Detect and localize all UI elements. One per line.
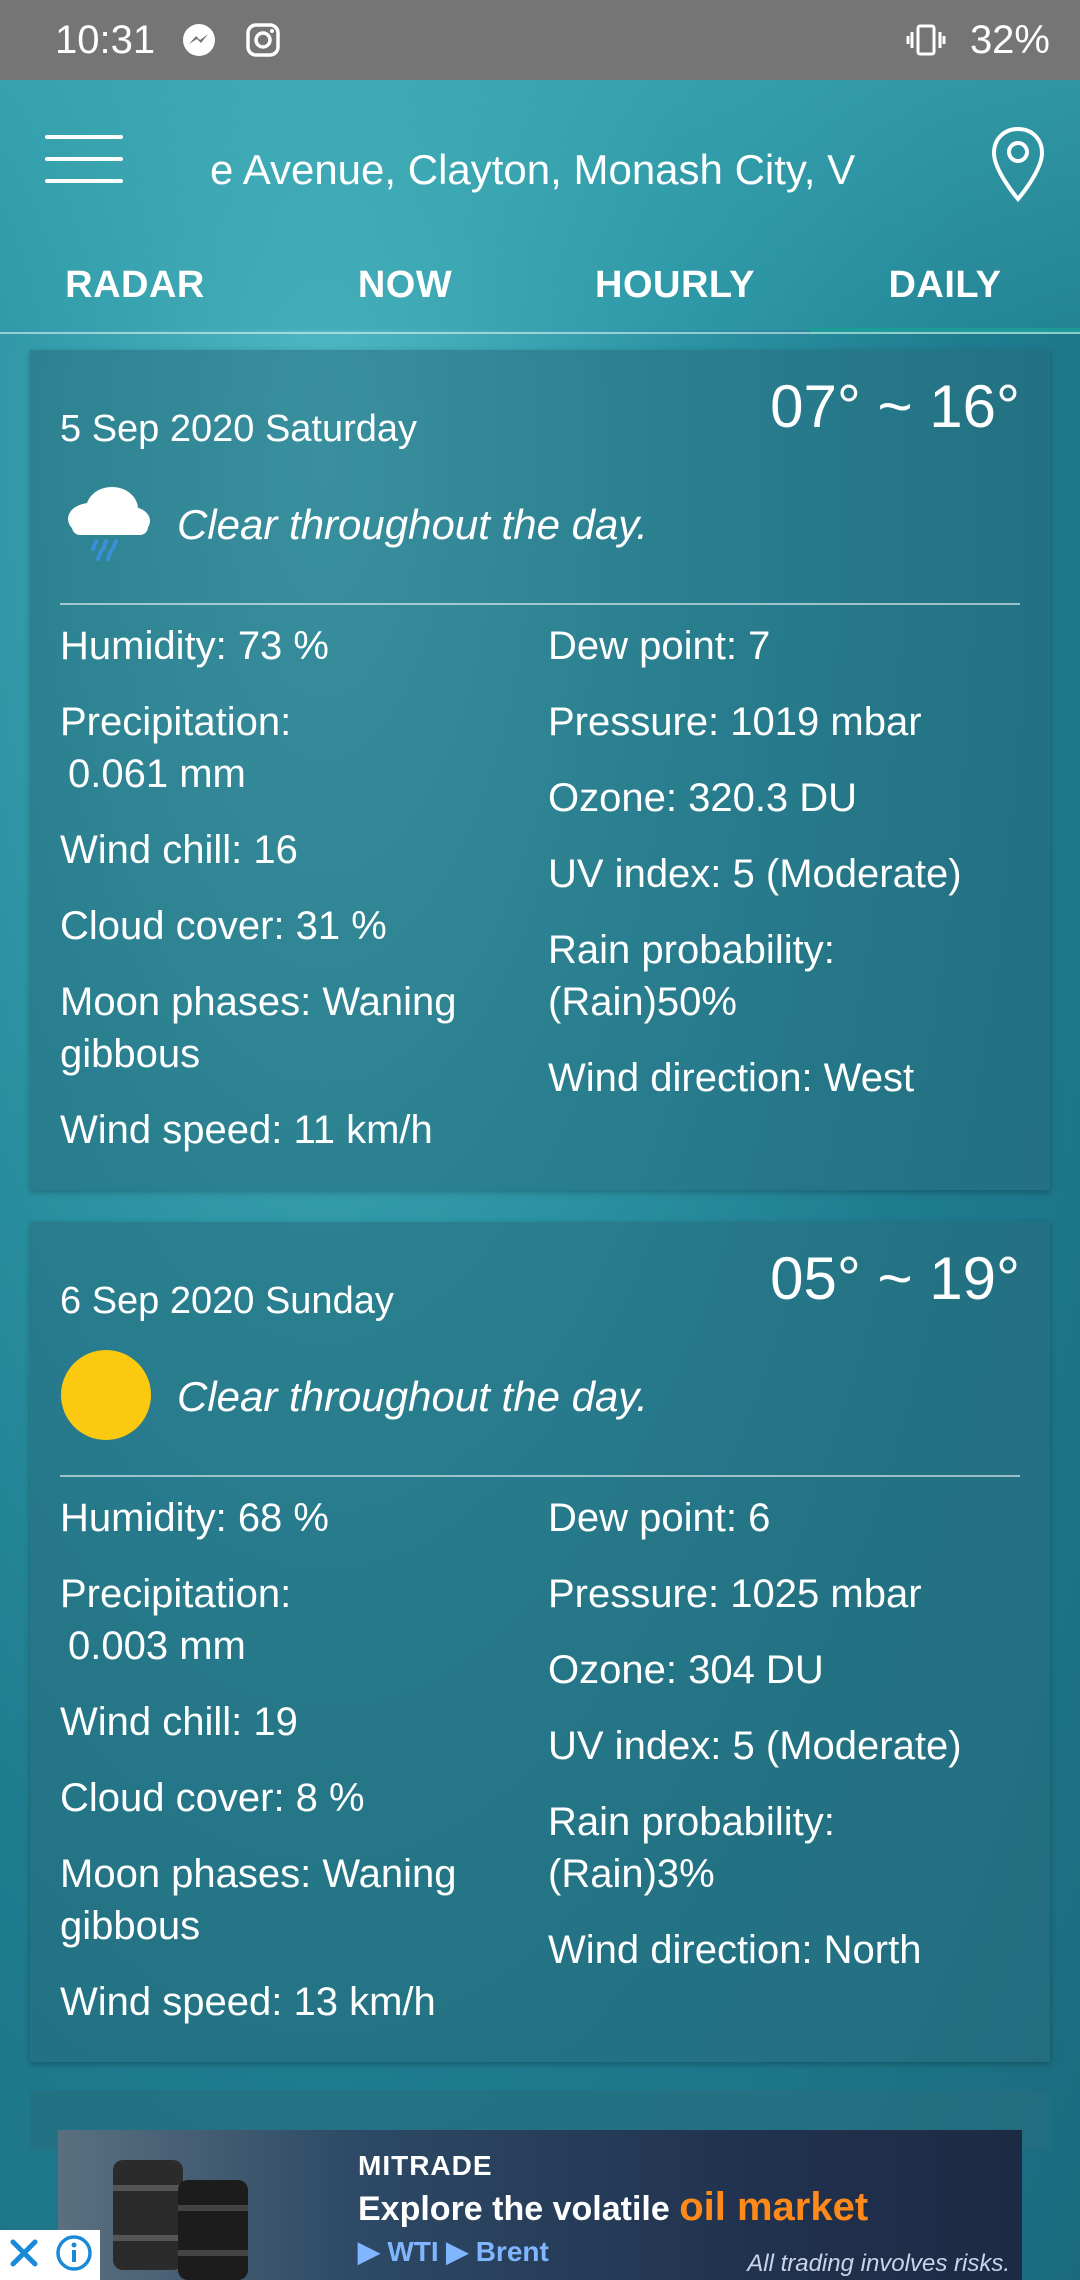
condition-text: Clear throughout the day. [177,1373,648,1420]
ad-disclaimer: All trading involves risks. [747,2250,1010,2277]
precipitation-label: Precipitation: [60,700,292,744]
status-time: 10:31 [55,17,156,62]
tab-hourly[interactable]: HOURLY [540,240,810,330]
oil-barrel-icon [83,2140,283,2280]
condition-row: Clear throughout the day. [60,1349,648,1442]
battery-percent: 32% [969,17,1050,62]
cloud-cover: Cloud cover: 8 % [60,1776,365,1820]
wind-direction: Wind direction: West [548,1056,915,1100]
ozone: Ozone: 304 DU [548,1648,824,1692]
wind-speed: Wind speed: 13 km/h [60,1980,436,2024]
ad-links: ▶ WTI ▶ Brent [358,2236,549,2267]
rain-probability-label: Rain probability: [548,1800,835,1844]
temp-range: 07° ~ 16° [770,373,1020,440]
menu-icon[interactable] [45,135,123,193]
details-left: Humidity: 68 % Precipitation: 0.003 mm W… [60,1492,530,2052]
precipitation-label: Precipitation: [60,1572,292,1616]
status-bar: 10:31 32% [0,0,1080,80]
app-header: e Avenue, Clayton, Monash City, V RADAR … [0,80,1080,334]
rain-probability-value: (Rain)50% [548,980,737,1024]
moon-phase: Moon phases: Waning gibbous [60,980,457,1076]
header-divider [0,332,1080,334]
card-divider [60,1475,1020,1477]
precipitation-value: 0.061 mm [68,752,246,796]
humidity: Humidity: 73 % [60,624,329,668]
precipitation-value: 0.003 mm [68,1624,246,1668]
ad-brand: MITRADE [358,2150,493,2181]
condition-text: Clear throughout the day. [177,501,648,548]
instagram-icon [243,20,283,60]
dew-point: Dew point: 7 [548,624,771,668]
ad-headline-accent: oil market [679,2185,869,2229]
uv-index: UV index: 5 (Moderate) [548,1724,962,1768]
ad-headline-text: Explore the volatile [358,2190,680,2228]
rain-probability: Rain probability: (Rain)3% [548,1796,1028,1900]
close-icon[interactable] [7,2236,41,2275]
location-title[interactable]: e Avenue, Clayton, Monash City, V [210,140,870,200]
wind-direction: Wind direction: North [548,1928,922,1972]
rain-probability-label: Rain probability: [548,928,835,972]
dew-point: Dew point: 6 [548,1496,771,1540]
details-right: Dew point: 6 Pressure: 1025 mbar Ozone: … [548,1492,1028,2000]
pressure: Pressure: 1025 mbar [548,1572,922,1616]
precipitation: Precipitation: 0.061 mm [60,696,530,800]
location-pin-icon[interactable] [990,125,1050,205]
wind-speed: Wind speed: 11 km/h [60,1108,433,1152]
wind-chill: Wind chill: 19 [60,1700,298,1744]
tab-radar[interactable]: RADAR [0,240,270,330]
day-card-1[interactable]: 5 Sep 2020 Saturday 07° ~ 16° Clear thro… [30,350,1050,1190]
wind-chill: Wind chill: 16 [60,828,298,872]
tab-now[interactable]: NOW [270,240,540,330]
precipitation: Precipitation: 0.003 mm [60,1568,530,1672]
messenger-icon [179,20,219,60]
temp-range: 05° ~ 19° [770,1245,1020,1312]
ad-headline: Explore the volatile oil market [358,2185,868,2230]
day-date: 5 Sep 2020 Saturday [60,408,418,450]
cloud-rain-icon [60,481,152,570]
tab-bar: RADAR NOW HOURLY DAILY [0,240,1080,330]
uv-index: UV index: 5 (Moderate) [548,852,962,896]
sun-icon [60,1349,152,1446]
humidity: Humidity: 68 % [60,1496,329,1540]
day-date: 6 Sep 2020 Sunday [60,1280,394,1322]
details-right: Dew point: 7 Pressure: 1019 mbar Ozone: … [548,620,1028,1128]
vibrate-icon [906,20,946,60]
day-card-2[interactable]: 6 Sep 2020 Sunday 05° ~ 19° Clear throug… [30,1222,1050,2062]
info-icon[interactable] [55,2234,93,2277]
tab-daily[interactable]: DAILY [810,240,1080,330]
rain-probability: Rain probability: (Rain)50% [548,924,1028,1028]
cloud-cover: Cloud cover: 31 % [60,904,387,948]
ad-choices[interactable] [0,2230,100,2280]
ozone: Ozone: 320.3 DU [548,776,858,820]
rain-probability-value: (Rain)3% [548,1852,715,1896]
details-left: Humidity: 73 % Precipitation: 0.061 mm W… [60,620,530,1180]
ad-banner[interactable]: MITRADE Explore the volatile oil market … [58,2130,1022,2280]
card-divider [60,603,1020,605]
moon-phase: Moon phases: Waning gibbous [60,1852,457,1948]
pressure: Pressure: 1019 mbar [548,700,922,744]
condition-row: Clear throughout the day. [60,480,648,570]
